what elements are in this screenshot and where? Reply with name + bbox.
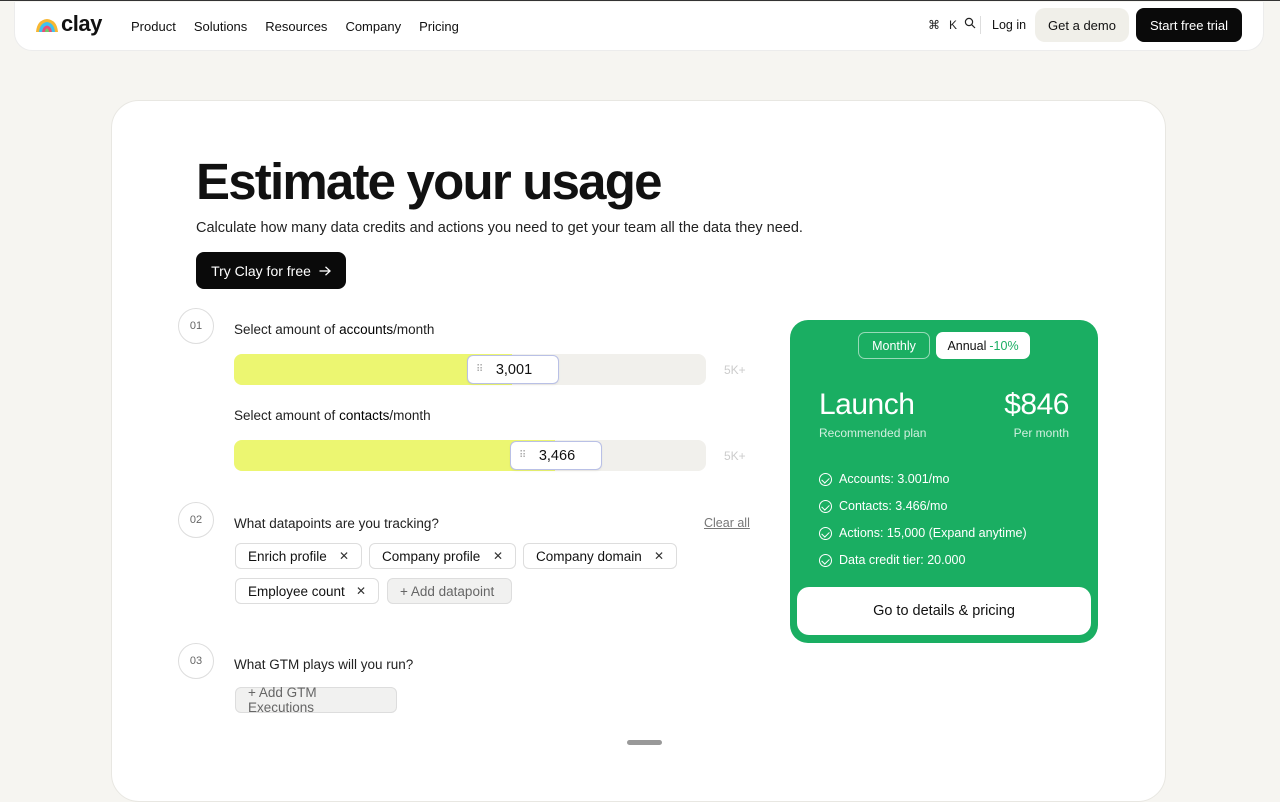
contacts-label: Select amount of contacts/month [234,408,431,423]
scroll-indicator[interactable] [627,740,662,745]
plan-price: $846 [1004,388,1069,421]
contacts-label-suffix: /month [389,408,431,423]
feature-item: Actions: 15,000 (Expand anytime) [819,526,1027,540]
logo-wordmark: clay [61,11,102,36]
chip-label: Employee count [248,583,345,599]
clear-all-link[interactable]: Clear all [704,516,750,530]
remove-chip-icon[interactable]: ✕ [493,549,503,563]
search-icon[interactable] [964,17,976,29]
remove-chip-icon[interactable]: ✕ [356,584,366,598]
step-number-03: 03 [178,643,214,679]
datapoints-question: What datapoints are you tracking? [234,516,439,531]
feature-text: Actions: 15,000 (Expand anytime) [839,526,1027,540]
details-pricing-button[interactable]: Go to details & pricing [797,587,1091,635]
accounts-label-prefix: Select amount of [234,322,340,337]
accounts-slider-thumb[interactable]: ⠿ 3,001 [467,355,559,384]
login-link[interactable]: Log in [992,18,1026,32]
plan-subtitle: Recommended plan [819,426,927,440]
accounts-label-bold: accounts [339,322,394,337]
command-key-icon[interactable]: ⌘ [928,18,940,32]
datapoint-chip: Company domain ✕ [523,543,677,569]
check-circle-icon [819,472,832,486]
accounts-slider-track[interactable]: ⠿ 3,001 [234,354,706,385]
monthly-toggle[interactable]: Monthly [858,332,930,359]
get-demo-button[interactable]: Get a demo [1035,8,1129,42]
annual-label: Annual [947,338,987,353]
remove-chip-icon[interactable]: ✕ [654,549,664,563]
check-circle-icon [819,526,832,540]
datapoint-chip: Company profile ✕ [369,543,516,569]
chip-label: Enrich profile [248,548,327,564]
contacts-label-prefix: Select amount of [234,408,340,423]
plan-name: Launch [819,388,915,421]
remove-chip-icon[interactable]: ✕ [339,549,349,563]
clay-logo-icon [36,18,58,32]
try-clay-label: Try Clay for free [211,262,311,279]
feature-item: Data credit tier: 20.000 [819,553,965,567]
feature-text: Accounts: 3.001/mo [839,472,950,486]
nav-link-product[interactable]: Product [131,19,176,34]
add-gtm-button[interactable]: + Add GTM Executions [235,685,397,715]
datapoint-chip: Enrich profile ✕ [235,543,362,569]
clay-logo[interactable]: clay [35,13,102,35]
window-top-border [0,0,1280,1]
feature-text: Contacts: 3.466/mo [839,499,948,513]
nav-link-company[interactable]: Company [345,19,401,34]
feature-item: Contacts: 3.466/mo [819,499,947,513]
contacts-slider-fill [234,440,555,471]
add-datapoint-button[interactable]: + Add datapoint [387,578,512,604]
step-number-01: 01 [178,308,214,344]
nav-divider [980,16,981,34]
chip-label: Company profile [382,548,481,564]
page-subtitle: Calculate how many data credits and acti… [196,220,803,236]
chip-label: Company domain [536,548,642,564]
k-key-hint[interactable]: K [949,18,957,32]
contacts-slider-thumb[interactable]: ⠿ 3,466 [510,441,602,470]
feature-item: Accounts: 3.001/mo [819,472,949,486]
accounts-value: 3,001 [495,361,533,378]
datapoint-chip: Employee count ✕ [235,578,379,604]
accounts-max-label: 5K+ [724,363,746,377]
nav-link-pricing[interactable]: Pricing [419,19,459,34]
contacts-label-bold: contacts [339,408,390,423]
contacts-max-label: 5K+ [724,449,746,463]
contacts-value: 3,466 [538,447,576,464]
top-navbar: clay Product Solutions Resources Company… [14,2,1264,51]
nav-links: Product Solutions Resources Company Pric… [131,2,477,50]
price-period: Per month [1013,426,1069,440]
nav-link-solutions[interactable]: Solutions [194,19,247,34]
feature-text: Data credit tier: 20.000 [839,553,966,567]
contacts-slider-track[interactable]: ⠿ 3,466 [234,440,706,471]
accounts-label-suffix: /month [393,322,435,337]
annual-toggle[interactable]: Annual -10% [936,332,1030,359]
check-circle-icon [819,499,832,513]
accounts-label: Select amount of accounts/month [234,322,434,337]
step-number-02: 02 [178,502,214,538]
page-title: Estimate your usage [196,153,662,210]
pricing-summary-card: Monthly Annual -10% Launch Recommended p… [790,320,1098,643]
start-trial-button[interactable]: Start free trial [1136,8,1242,42]
try-clay-button[interactable]: Try Clay for free [196,252,346,289]
gtm-question: What GTM plays will you run? [234,657,414,672]
check-circle-icon [819,553,832,567]
annual-discount-badge: -10% [989,338,1019,353]
arrow-right-icon [319,265,331,276]
nav-link-resources[interactable]: Resources [265,19,327,34]
